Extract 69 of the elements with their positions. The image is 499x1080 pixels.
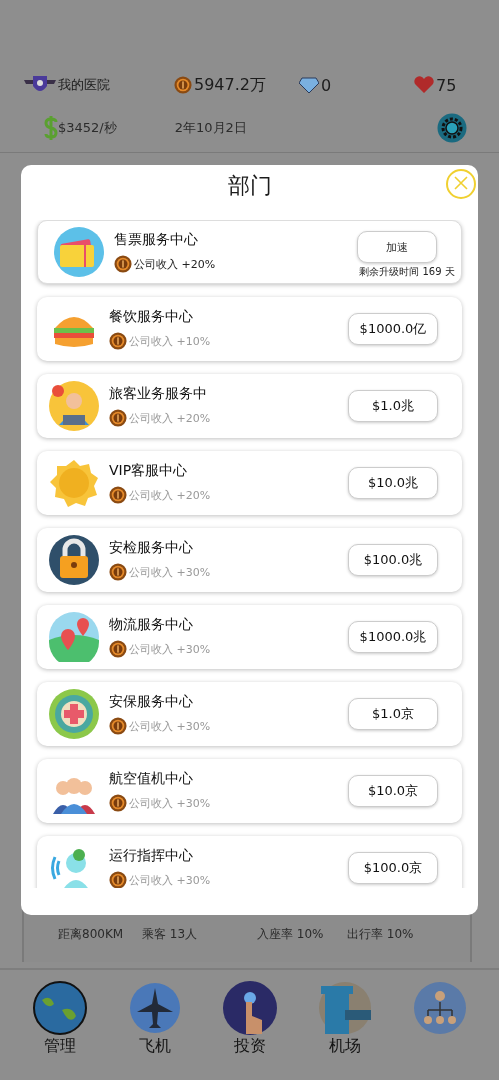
price-button[interactable]: $1.0兆: [348, 390, 438, 422]
department-name: 物流服务中心: [109, 616, 194, 634]
department-icon: [49, 458, 99, 508]
flight-stat: 出行率 10%: [347, 926, 415, 943]
flight-stat: 距离800KM: [58, 926, 125, 943]
nav-tab-icon: [31, 980, 88, 1036]
coin-icon: [109, 409, 127, 427]
price-button[interactable]: $10.0兆: [348, 467, 438, 499]
diamond-icon: [299, 76, 319, 94]
department-icon: [49, 381, 99, 431]
coin-icon: [109, 563, 127, 581]
income-bonus: 公司收入 +20%: [134, 256, 216, 272]
department-name: 安检服务中心: [109, 539, 194, 557]
department-name: 餐饮服务中心: [109, 308, 194, 326]
coin-icon: [109, 486, 127, 504]
speed-up-button[interactable]: 加速: [357, 231, 437, 263]
heart-count: 75: [436, 75, 457, 95]
heart-icon: [414, 76, 434, 94]
flight-stat: 入座率 10%: [257, 926, 325, 943]
game-date: 2年10月2日: [174, 119, 247, 137]
coin-icon: [114, 255, 132, 273]
coin-icon: [109, 717, 127, 735]
department-icon: [49, 612, 99, 662]
department-name: 旅客业务服务中: [109, 385, 208, 403]
department-name: 安保服务中心: [109, 693, 194, 711]
coin-icon: [109, 794, 127, 812]
coin-icon: [109, 871, 127, 888]
department-name: 运行指挥中心: [109, 847, 194, 865]
nav-tab-icon: [221, 980, 278, 1036]
price-button[interactable]: $10.0京: [348, 775, 438, 807]
upgrade-time-remaining: 剩余升级时间 169 天: [359, 265, 455, 279]
income-bonus: 公司收入 +20%: [129, 487, 211, 503]
income-bonus: 公司收入 +30%: [129, 641, 211, 657]
department-name: VIP客服中心: [109, 462, 189, 480]
department-icon: [54, 227, 104, 277]
income-rate: $3452/秒: [58, 119, 117, 137]
department-name: 售票服务中心: [114, 231, 199, 249]
flight-stat: 乘客 13人: [142, 926, 199, 943]
hospital-name: 我的医院: [58, 76, 110, 94]
nav-tab[interactable]: 管理: [12, 980, 107, 1080]
nav-tab-icon: [316, 980, 373, 1036]
income-bonus: 公司收入 +20%: [129, 410, 211, 426]
department-icon: [49, 689, 99, 739]
coin-icon: [174, 76, 192, 94]
dollar-icon: [44, 116, 58, 140]
income-bonus: 公司收入 +30%: [129, 564, 211, 580]
price-button[interactable]: $1.0京: [348, 698, 438, 730]
price-button[interactable]: $100.0兆: [348, 544, 438, 576]
coin-icon: [109, 640, 127, 658]
nav-tab-icon: [411, 980, 468, 1036]
gem-count: 0: [321, 75, 332, 95]
dialog-title: 部门: [227, 172, 272, 200]
department-icon: [49, 535, 99, 585]
price-button[interactable]: $1000.0兆: [348, 621, 438, 653]
income-bonus: 公司收入 +30%: [129, 718, 211, 734]
close-icon: [453, 174, 469, 191]
department-name: 航空值机中心: [109, 770, 194, 788]
price-button[interactable]: $100.0京: [348, 852, 438, 884]
coin-icon: [109, 332, 127, 350]
income-bonus: 公司收入 +10%: [129, 333, 211, 349]
price-button[interactable]: $1000.0亿: [348, 313, 438, 345]
nav-tab[interactable]: 投资: [202, 980, 297, 1080]
coin-balance: 5947.2万: [194, 74, 266, 96]
settings-icon[interactable]: [437, 113, 467, 143]
close-button[interactable]: [446, 169, 476, 199]
income-bonus: 公司收入 +30%: [129, 795, 211, 811]
income-bonus: 公司收入 +30%: [129, 872, 211, 888]
nav-tab[interactable]: 飞机: [107, 980, 202, 1080]
nav-tab[interactable]: 机场: [297, 980, 392, 1080]
